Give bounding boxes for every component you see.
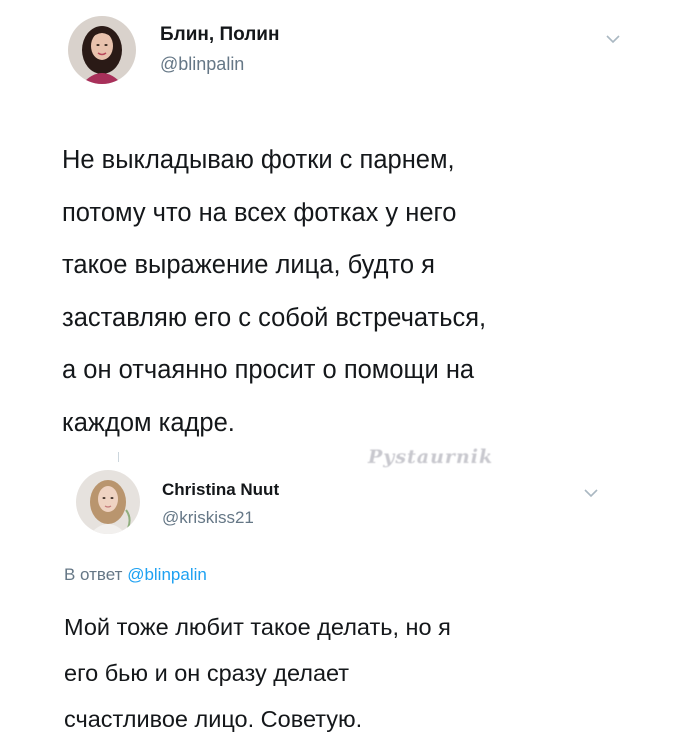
tweet-text-line: такое выражение лица, будто я [62,251,435,279]
chevron-down-icon[interactable] [584,488,598,498]
author-handle[interactable]: @blinpalin [160,54,244,75]
tweet-text-line: Не выкладываю фотки с парнем, [62,146,455,174]
tweet-text-line: его бью и он сразу делает [64,660,350,686]
avatar[interactable] [68,16,136,84]
tweet-text-line: заставляю его с собой встречаться, [62,303,487,332]
tweet-text-line: потому что на всех фотках у него [62,198,457,227]
tweet-text: Не выкладываю фотки с парнем, потому что… [62,134,486,449]
tweet-text-line: а он отчаянно просит о помощи на [62,356,475,384]
author-name[interactable]: Christina Nuut [162,480,279,500]
author-handle[interactable]: @kriskiss21 [162,508,254,528]
reply-mention-link[interactable]: @blinpalin [127,565,207,584]
author-name[interactable]: Блин, Полин [160,24,279,46]
reply-prefix: В ответ [64,565,123,584]
tweet-1: Блин, Полин @blinpalin Не выкладываю фот… [0,0,690,450]
tweet-text-line: Мой тоже любит такое делать, но я [64,614,451,640]
tweet-text-line: счастливое лицо. Советую. [64,706,363,732]
chevron-down-icon[interactable] [606,34,620,44]
tweet-text-line: каждом кадре. [62,408,235,437]
tweet-text: Мой тоже любит такое делать, но я его бь… [64,604,451,742]
reply-to-label: В ответ @blinpalin [64,565,207,585]
avatar[interactable] [76,470,140,534]
